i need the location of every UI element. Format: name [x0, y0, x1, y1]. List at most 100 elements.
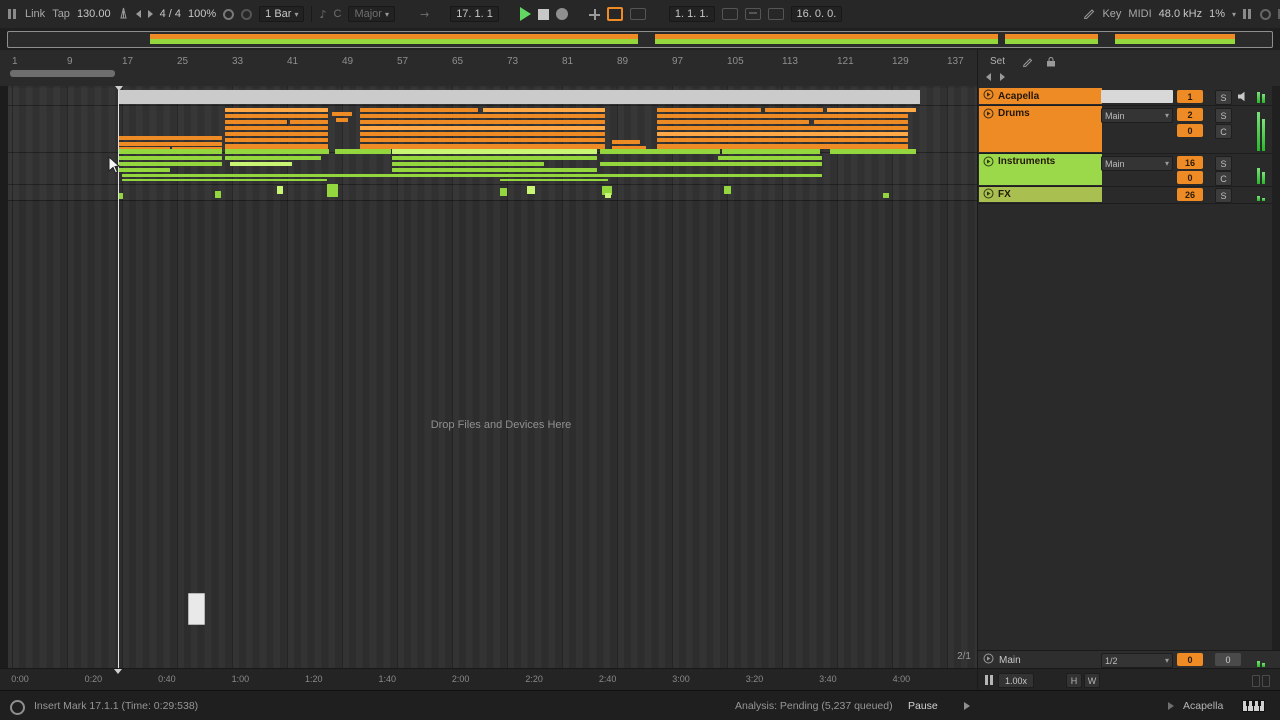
- solo-button[interactable]: S: [1215, 90, 1232, 105]
- groove-amount-field[interactable]: 100%: [188, 8, 216, 20]
- clip-instruments[interactable]: [392, 156, 597, 160]
- track-name-block[interactable]: Drums: [979, 106, 1102, 152]
- scale-root-field[interactable]: C: [333, 8, 341, 20]
- pause-button[interactable]: Pause: [908, 700, 938, 712]
- expand-icon[interactable]: [1168, 702, 1174, 710]
- clip-drums[interactable]: [657, 120, 809, 124]
- clip-drums[interactable]: [657, 126, 908, 130]
- clip-instruments[interactable]: [230, 162, 292, 166]
- track-row-acapella[interactable]: Acapella 1 S: [978, 88, 1280, 106]
- clip-drums[interactable]: [360, 108, 478, 112]
- overview-clip-segment[interactable]: [1115, 34, 1235, 44]
- track-width-button[interactable]: W: [1084, 673, 1100, 688]
- speaker-icon[interactable]: [1237, 91, 1249, 105]
- clip-drums[interactable]: [657, 138, 908, 142]
- clip-drums[interactable]: [332, 112, 352, 116]
- clip-drums[interactable]: [336, 118, 348, 122]
- clip-instruments[interactable]: [600, 149, 720, 154]
- tempo-field[interactable]: 130.00: [77, 8, 111, 20]
- send-box[interactable]: 0: [1177, 171, 1203, 184]
- output-routing-menu[interactable]: Main▾: [1101, 108, 1173, 123]
- playback-speed-field[interactable]: 1.00x: [998, 673, 1034, 688]
- arrangement-overview[interactable]: [0, 28, 1280, 50]
- overview-clip-segment[interactable]: [1005, 34, 1098, 44]
- overview-viewport[interactable]: [7, 31, 1273, 48]
- track-row-instruments[interactable]: Instruments Main▾ 16 S 0 C: [978, 154, 1280, 187]
- time-signature-field[interactable]: 4 / 4: [160, 8, 181, 20]
- clip-drums[interactable]: [360, 114, 605, 118]
- crossfade-button[interactable]: C: [1215, 171, 1232, 186]
- clip-drums[interactable]: [360, 132, 605, 136]
- clip-drums[interactable]: [225, 108, 328, 112]
- solo-button[interactable]: S: [1215, 156, 1232, 171]
- track-name-block[interactable]: Acapella: [979, 88, 1102, 104]
- bar-ruler-labels[interactable]: 191725334149576573818997105113121129137: [8, 50, 977, 86]
- link-button[interactable]: Link: [25, 8, 45, 20]
- clip-instruments[interactable]: [118, 149, 222, 154]
- arrangement-position-field[interactable]: 17. 1. 1: [450, 6, 499, 22]
- record-button[interactable]: [556, 8, 568, 20]
- automation-arm-icon[interactable]: [607, 7, 623, 21]
- clip-instruments[interactable]: [118, 162, 222, 166]
- tap-tempo-button[interactable]: Tap: [52, 8, 70, 20]
- clip-instruments[interactable]: [392, 149, 597, 154]
- insert-marker-icon[interactable]: [115, 86, 123, 91]
- clip-fx[interactable]: [883, 193, 889, 198]
- track-fold-icon[interactable]: [983, 156, 994, 170]
- clip-drums[interactable]: [657, 114, 908, 118]
- clip-instruments[interactable]: [122, 179, 327, 181]
- loop-switch-icon[interactable]: [745, 8, 761, 20]
- clip-instruments[interactable]: [600, 162, 720, 166]
- clip-instruments[interactable]: [392, 168, 597, 172]
- capture-midi-icon[interactable]: [630, 8, 646, 20]
- draw-mode-icon[interactable]: [1083, 7, 1095, 22]
- clip-drums[interactable]: [360, 120, 605, 124]
- clip-drums[interactable]: [360, 126, 605, 130]
- clip-instruments[interactable]: [118, 168, 170, 172]
- track-name-block[interactable]: Instruments: [979, 154, 1102, 185]
- clip-instruments[interactable]: [718, 162, 822, 166]
- clip-instruments[interactable]: [225, 156, 321, 160]
- clip-drums[interactable]: [225, 114, 328, 118]
- cpu-menu-icon[interactable]: ▾: [1232, 10, 1236, 19]
- punch-out-icon[interactable]: [768, 8, 784, 20]
- crossfade-button[interactable]: C: [1215, 124, 1232, 139]
- app-menu-icon[interactable]: [8, 9, 18, 19]
- clip-acapella[interactable]: [118, 90, 920, 104]
- playhead[interactable]: [118, 86, 119, 668]
- clip-fx[interactable]: [500, 188, 507, 196]
- lock-icon[interactable]: [1046, 56, 1056, 70]
- midi-channel-box[interactable]: 16: [1177, 156, 1203, 169]
- send-box[interactable]: 0: [1177, 124, 1203, 137]
- midi-channel-box[interactable]: 1: [1177, 90, 1203, 103]
- master-pan-box[interactable]: 0: [1215, 653, 1241, 666]
- loop-start-field[interactable]: 1. 1. 1.: [669, 6, 715, 22]
- punch-in-icon[interactable]: [722, 8, 738, 20]
- clip-instruments[interactable]: [722, 149, 820, 154]
- track-fold-icon[interactable]: [983, 89, 994, 103]
- clip-drums[interactable]: [118, 136, 222, 140]
- solo-button[interactable]: S: [1215, 108, 1232, 123]
- track-fold-icon[interactable]: [983, 108, 994, 122]
- clip-drums[interactable]: [657, 108, 761, 112]
- clip-fx[interactable]: [215, 191, 221, 198]
- clip-drums[interactable]: [225, 120, 287, 124]
- ruler-option-icon[interactable]: [1262, 675, 1270, 687]
- track-height-button[interactable]: H: [1066, 673, 1082, 688]
- output-routing-menu[interactable]: Main▾: [1101, 156, 1173, 171]
- clip-drums[interactable]: [814, 120, 908, 124]
- loop-length-field[interactable]: 16. 0. 0.: [791, 6, 843, 22]
- plus-icon[interactable]: [589, 9, 600, 20]
- clip-drums[interactable]: [765, 108, 823, 112]
- solo-button[interactable]: S: [1215, 188, 1232, 203]
- clip-instruments[interactable]: [118, 156, 222, 160]
- track-display-cell[interactable]: [1101, 90, 1173, 103]
- metronome-icon[interactable]: [118, 7, 129, 22]
- resume-analysis-icon[interactable]: [964, 702, 970, 710]
- clip-fx[interactable]: [527, 186, 535, 194]
- grid-interval-menu[interactable]: 1/2▾: [1101, 653, 1173, 668]
- edit-locator-icon[interactable]: [1022, 56, 1033, 70]
- clip-drums[interactable]: [657, 132, 908, 136]
- clip-fx[interactable]: [724, 186, 731, 194]
- quantize-menu[interactable]: 1 Bar▾: [259, 6, 304, 22]
